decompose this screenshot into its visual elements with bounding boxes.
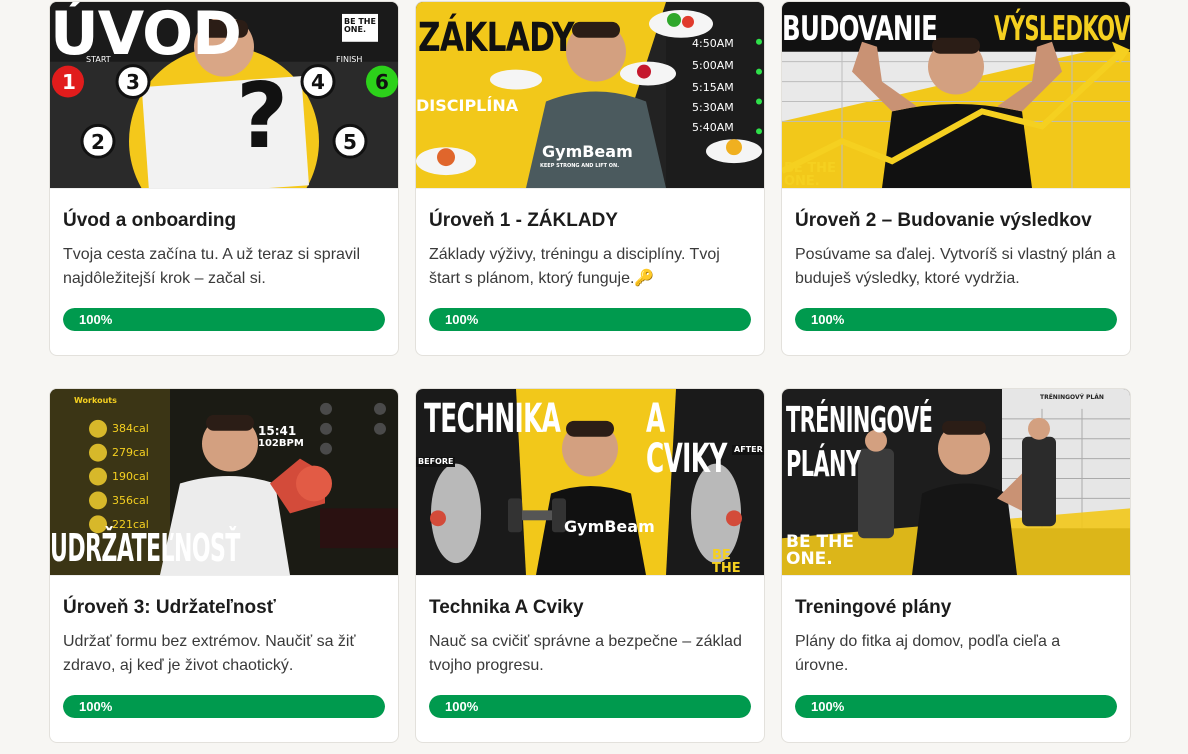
course-description: Tvoja cesta začína tu. A už teraz si spr…	[63, 246, 361, 287]
progress-fill: 100%	[429, 695, 751, 718]
calorie-value: 356cal	[112, 494, 149, 507]
progress-bar: 100%	[429, 308, 751, 331]
progress-bar: 100%	[429, 695, 751, 718]
brand-logo: GymBeam	[542, 142, 633, 161]
thumbnail-headline-1: TRÉNINGOVÉ	[786, 400, 933, 441]
course-card-zaklady[interactable]: ZÁKLADY DISCIPLÍNA GymBeam KEEP STRONG A…	[415, 1, 765, 356]
course-thumbnail: ZÁKLADY DISCIPLÍNA GymBeam KEEP STRONG A…	[416, 2, 764, 189]
brand-logo: GymBeam	[564, 517, 655, 536]
course-title: Úvod a onboarding	[63, 210, 237, 231]
calorie-value: 384cal	[112, 422, 149, 435]
thumbnail-headline-2: PLÁNY	[786, 444, 861, 485]
progress-label: 100%	[445, 699, 479, 714]
time-label: 5:30AM	[692, 101, 734, 114]
course-description: Posúvame sa ďalej. Vytvoríš si vlastný p…	[795, 246, 1116, 287]
progress-fill: 100%	[795, 308, 1117, 331]
panel-title: Workouts	[74, 396, 117, 405]
calorie-value: 190cal	[112, 470, 149, 483]
course-card-technika[interactable]: TECHNIKA A CVIKY BEFORE AFTER GymBeam BE…	[415, 388, 765, 743]
step-number: 2	[91, 130, 105, 154]
progress-label: 100%	[811, 699, 845, 714]
course-title: Úroveň 3: Udržateľnosť	[63, 597, 276, 618]
thumbnail-headline: UDRŽATEĽNOSŤ	[50, 526, 240, 570]
step-number: 5	[343, 130, 357, 154]
thumbnail-subline: DISCIPLÍNA	[416, 96, 519, 115]
progress-bar: 100%	[63, 308, 385, 331]
progress-label: 100%	[79, 699, 113, 714]
thumbnail-badge: BE THE ONE.	[784, 161, 836, 189]
course-description: Plány do fitka aj domov, podľa cieľa a ú…	[795, 633, 1061, 674]
course-thumbnail: BUDOVANIE VÝSLEDKOV BE THE ONE.	[782, 2, 1130, 189]
time-label: 5:15AM	[692, 81, 734, 94]
course-thumbnail: TRÉNINGOVÉ PLÁNY BE THE ONE. TRÉNINGOVÝ …	[782, 389, 1130, 576]
thumbnail-headline-right: A CVIKY	[646, 396, 727, 482]
course-description: Nauč sa cvičiť správne a bezpečne – zákl…	[429, 633, 742, 674]
thumbnail-headline-right: VÝSLEDKOV	[994, 9, 1130, 49]
thumbnail-badge: BE THE ONE.	[712, 548, 741, 576]
course-grid: ÚVOD ? BE THE ONE. 1 2 3 4 5 6 START FIN…	[49, 1, 1131, 743]
progress-fill: 100%	[63, 308, 385, 331]
thumbnail-badge: BE THE ONE.	[786, 532, 854, 569]
calorie-value: 279cal	[112, 446, 149, 459]
progress-fill: 100%	[63, 695, 385, 718]
progress-label: 100%	[79, 312, 113, 327]
before-label: BEFORE	[416, 457, 456, 467]
time-label: 5:00AM	[692, 59, 734, 72]
progress-fill: 100%	[429, 308, 751, 331]
time-label: 4:50AM	[692, 37, 734, 50]
course-card-udrzatelnost[interactable]: Workouts 384cal 279cal 190cal 356cal 221…	[49, 388, 399, 743]
course-thumbnail: Workouts 384cal 279cal 190cal 356cal 221…	[50, 389, 398, 576]
progress-bar: 100%	[795, 308, 1117, 331]
course-description: Základy výživy, tréningu a disciplíny. T…	[429, 246, 720, 287]
after-label: AFTER	[732, 445, 764, 455]
progress-bar: 100%	[63, 695, 385, 718]
course-title: Úroveň 2 – Budovanie výsledkov	[795, 210, 1092, 231]
thumbnail-badge: BE THE ONE.	[344, 17, 376, 34]
step-number: 4	[311, 70, 325, 94]
finish-label: FINISH	[336, 55, 363, 64]
start-label: START	[86, 55, 111, 64]
course-card-treningove-plany[interactable]: TRÉNINGOVÉ PLÁNY BE THE ONE. TRÉNINGOVÝ …	[781, 388, 1131, 743]
course-title: Úroveň 1 - ZÁKLADY	[429, 210, 618, 231]
sheet-title: TRÉNINGOVÝ PLÁN	[1040, 394, 1104, 401]
question-mark-icon: ?	[236, 64, 288, 169]
course-thumbnail: ÚVOD ? BE THE ONE. 1 2 3 4 5 6 START FIN…	[50, 2, 398, 189]
progress-label: 100%	[811, 312, 845, 327]
thumbnail-headline: ZÁKLADY	[418, 15, 575, 61]
course-thumbnail: TECHNIKA A CVIKY BEFORE AFTER GymBeam BE…	[416, 389, 764, 576]
step-number: 6	[375, 70, 389, 94]
progress-bar: 100%	[795, 695, 1117, 718]
step-number: 3	[126, 70, 140, 94]
progress-fill: 100%	[795, 695, 1117, 718]
thumbnail-headline: ÚVOD	[50, 2, 242, 69]
thumbnail-headline-left: BUDOVANIE	[782, 9, 938, 49]
thumbnail-headline-left: TECHNIKA	[424, 396, 561, 442]
course-card-budovanie[interactable]: BUDOVANIE VÝSLEDKOV BE THE ONE. Úroveň 2…	[781, 1, 1131, 356]
step-number: 1	[62, 70, 76, 94]
course-title: Treningové plány	[795, 597, 952, 618]
watch-time: 15:41	[258, 424, 297, 438]
progress-label: 100%	[445, 312, 479, 327]
watch-bpm: 102BPM	[258, 438, 304, 449]
course-title: Technika A Cviky	[429, 597, 584, 618]
brand-tagline: KEEP STRONG AND LIFT ON.	[540, 163, 620, 169]
course-description: Udržať formu bez extrémov. Naučiť sa žiť…	[63, 633, 356, 674]
course-card-uvod[interactable]: ÚVOD ? BE THE ONE. 1 2 3 4 5 6 START FIN…	[49, 1, 399, 356]
time-label: 5:40AM	[692, 121, 734, 134]
